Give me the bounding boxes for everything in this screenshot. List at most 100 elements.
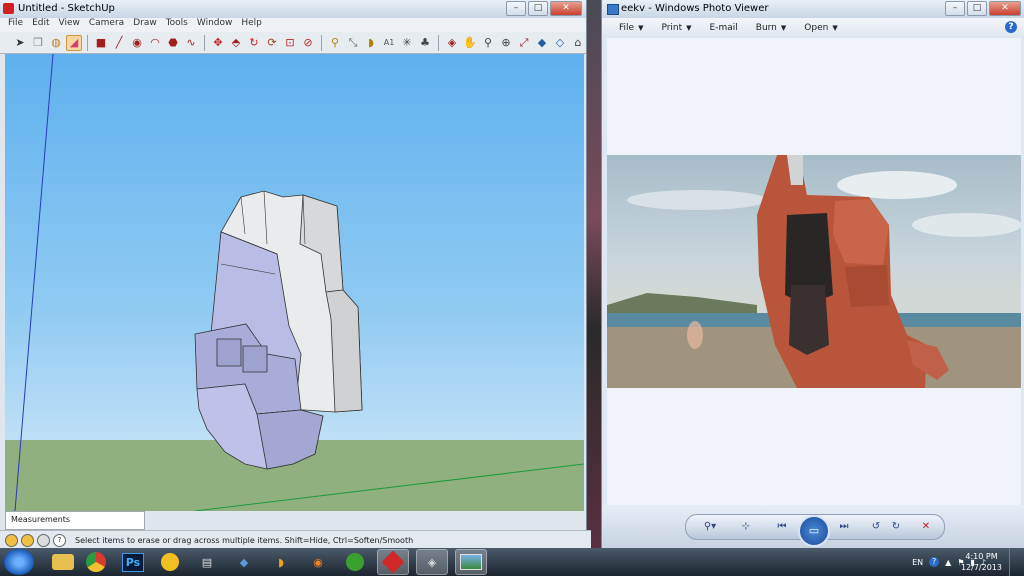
push-pull-tool-icon[interactable]: ⬘ bbox=[228, 35, 244, 51]
taskbar-utorrent-icon[interactable] bbox=[340, 550, 370, 574]
taskbar-utility-icon[interactable]: ▤ bbox=[192, 550, 222, 574]
taskbar-explorer-icon[interactable] bbox=[52, 554, 74, 570]
sketchup-titlebar[interactable]: Untitled - SketchUp – □ ✕ bbox=[0, 0, 586, 18]
menu-camera[interactable]: Camera bbox=[89, 18, 124, 32]
menu-tools[interactable]: Tools bbox=[166, 18, 188, 32]
menu-burn[interactable]: Burn ▼ bbox=[756, 23, 787, 33]
next-view-icon[interactable]: ◇ bbox=[552, 35, 568, 51]
previous-view-icon[interactable]: ◆ bbox=[534, 35, 550, 51]
rotate-right-icon[interactable]: ↻ bbox=[888, 520, 904, 534]
rotate-tool-icon[interactable]: ↻ bbox=[246, 35, 262, 51]
protractor-tool-icon[interactable]: ◗ bbox=[363, 35, 379, 51]
eraser-tool-icon[interactable]: ◢ bbox=[66, 34, 82, 51]
status-text: Select items to erase or drag across mul… bbox=[75, 535, 414, 545]
menu-window[interactable]: Window bbox=[197, 18, 233, 32]
toolbar-separator bbox=[204, 34, 205, 51]
help-tray-icon[interactable]: ? bbox=[929, 557, 940, 567]
menu-open[interactable]: Open ▼ bbox=[804, 23, 837, 33]
taskbar: Ps ▤ ◆ ◗ ◉ ◈ EN ? ▲ ⚑ ▮ ♪ 4:10 PM 12/7/2… bbox=[0, 548, 1024, 576]
move-tool-icon[interactable]: ✥ bbox=[210, 35, 226, 51]
offset-tool-icon[interactable]: ⊘ bbox=[300, 35, 316, 51]
taskbar-norton-icon[interactable] bbox=[155, 550, 185, 574]
text-tool-icon[interactable]: A1 bbox=[381, 35, 397, 51]
close-button[interactable]: ✕ bbox=[989, 1, 1021, 16]
menu-edit[interactable]: Edit bbox=[32, 18, 49, 32]
photo-canvas bbox=[607, 38, 1021, 505]
credits-icon[interactable] bbox=[21, 533, 34, 547]
toolbar-separator bbox=[87, 34, 88, 51]
close-button[interactable]: ✕ bbox=[550, 1, 582, 16]
photo-scene bbox=[607, 155, 1021, 388]
photo-viewer-window-title: eekv - Windows Photo Viewer bbox=[621, 3, 769, 14]
model-drawing bbox=[14, 54, 584, 511]
maximize-button[interactable]: □ bbox=[528, 1, 548, 16]
measurements-box[interactable]: Measurements bbox=[5, 511, 145, 530]
delete-icon[interactable]: ✕ bbox=[918, 520, 934, 534]
axes-tool-icon[interactable]: ✳ bbox=[399, 35, 415, 51]
pan-tool-icon[interactable]: ✋ bbox=[462, 35, 478, 51]
menu-help[interactable]: Help bbox=[241, 18, 262, 32]
photo-viewer-menubar: File ▼ Print ▼ E-mail Burn ▼ Open ▼ ? bbox=[602, 18, 1024, 38]
previous-icon[interactable]: ⏮ bbox=[774, 520, 790, 534]
taskbar-game-icon[interactable]: ◆ bbox=[229, 550, 259, 574]
orbit-tool-icon[interactable]: ◈ bbox=[444, 35, 460, 51]
chevron-up-icon[interactable]: ▲ bbox=[945, 558, 951, 567]
chevron-down-icon: ▼ bbox=[686, 24, 692, 32]
menu-file[interactable]: File ▼ bbox=[619, 23, 643, 33]
geo-location-icon[interactable] bbox=[5, 533, 18, 547]
user-icon[interactable] bbox=[37, 533, 50, 547]
zoom-tool-icon[interactable]: ⚲ bbox=[480, 35, 496, 51]
taskbar-photo-viewer-icon[interactable] bbox=[455, 549, 487, 575]
rectangle-tool-icon[interactable]: ■ bbox=[93, 35, 109, 51]
select-tool-icon[interactable]: ➤ bbox=[12, 35, 28, 51]
next-icon[interactable]: ⏭ bbox=[836, 520, 852, 534]
slideshow-button[interactable]: ▭ bbox=[798, 515, 830, 547]
photo-viewer-titlebar[interactable]: eekv - Windows Photo Viewer – □ ✕ bbox=[602, 0, 1024, 18]
polygon-tool-icon[interactable]: ⬣ bbox=[165, 35, 181, 51]
help-icon[interactable]: ? bbox=[53, 533, 66, 547]
dimension-tool-icon[interactable]: ⤡ bbox=[345, 35, 361, 51]
photo-viewer-window: eekv - Windows Photo Viewer – □ ✕ File ▼ … bbox=[601, 0, 1024, 548]
taskbar-clock[interactable]: 4:10 PM 12/7/2013 bbox=[961, 551, 1002, 573]
displayed-photo bbox=[607, 155, 1021, 388]
scale-tool-icon[interactable]: ⊡ bbox=[282, 35, 298, 51]
sketchup-viewport[interactable] bbox=[5, 54, 584, 511]
menu-print[interactable]: Print ▼ bbox=[661, 23, 691, 33]
clock-time: 4:10 PM bbox=[965, 552, 998, 561]
maximize-button[interactable]: □ bbox=[967, 1, 987, 16]
sketchup-statusbar: ? Select items to erase or drag across m… bbox=[0, 530, 591, 549]
actual-size-icon[interactable]: ⊹ bbox=[738, 520, 754, 534]
taskbar-chrome-icon[interactable] bbox=[81, 550, 111, 574]
component-tool-icon[interactable]: ❒ bbox=[30, 35, 46, 51]
arc-tool-icon[interactable]: ◠ bbox=[147, 35, 163, 51]
follow-me-tool-icon[interactable]: ⟳ bbox=[264, 35, 280, 51]
zoom-window-icon[interactable]: ⊕ bbox=[498, 35, 514, 51]
camera-position-icon[interactable]: ⌂ bbox=[570, 35, 586, 51]
help-icon[interactable]: ? bbox=[1005, 21, 1017, 33]
minimize-button[interactable]: – bbox=[945, 1, 965, 16]
taskbar-unity-icon[interactable]: ◈ bbox=[416, 549, 448, 575]
show-desktop-button[interactable] bbox=[1009, 548, 1024, 576]
taskbar-sketchup-icon[interactable] bbox=[377, 549, 409, 575]
sketchup-window: Untitled - SketchUp – □ ✕ File Edit View… bbox=[0, 0, 591, 549]
start-button[interactable] bbox=[4, 549, 34, 575]
zoom-extents-icon[interactable]: ⤢ bbox=[516, 35, 532, 51]
rotate-left-icon[interactable]: ↺ bbox=[868, 520, 884, 534]
zoom-icon[interactable]: ⚲▾ bbox=[702, 520, 718, 534]
paint-bucket-icon[interactable]: ◍ bbox=[48, 35, 64, 51]
menu-file[interactable]: File bbox=[8, 18, 23, 32]
menu-email[interactable]: E-mail bbox=[710, 23, 738, 33]
freehand-tool-icon[interactable]: ∿ bbox=[183, 35, 199, 51]
minimize-button[interactable]: – bbox=[506, 1, 526, 16]
taskbar-skype-icon[interactable]: ◗ bbox=[266, 550, 296, 574]
menu-draw[interactable]: Draw bbox=[133, 18, 157, 32]
sketchup-app-icon bbox=[3, 3, 14, 14]
taskbar-blender-icon[interactable]: ◉ bbox=[303, 550, 333, 574]
menu-view[interactable]: View bbox=[59, 18, 80, 32]
language-indicator[interactable]: EN bbox=[912, 558, 923, 567]
taskbar-photoshop-icon[interactable]: Ps bbox=[118, 550, 148, 574]
circle-tool-icon[interactable]: ◉ bbox=[129, 35, 145, 51]
tape-measure-icon[interactable]: ⚲ bbox=[327, 35, 343, 51]
3d-text-tool-icon[interactable]: ♣ bbox=[417, 35, 433, 51]
line-tool-icon[interactable]: ╱ bbox=[111, 35, 127, 51]
